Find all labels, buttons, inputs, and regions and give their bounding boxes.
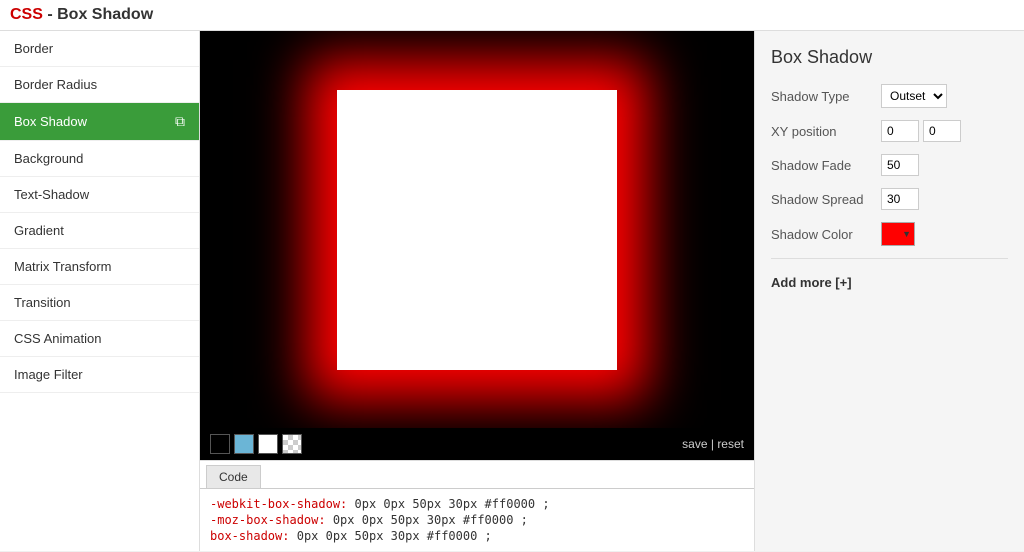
sidebar: Border Border Radius Box Shadow ⧉ Background…	[0, 31, 200, 551]
code-prop-2: box-shadow:	[210, 529, 289, 543]
shadow-type-row: Shadow Type Outset Inset	[771, 84, 1008, 108]
shadow-fade-row: Shadow Fade	[771, 154, 1008, 176]
preview-area	[200, 31, 754, 428]
sidebar-item-background[interactable]: Background	[0, 141, 199, 177]
sidebar-item-label-image-filter: Image Filter	[14, 367, 83, 382]
shadow-color-picker[interactable]: ▼	[881, 222, 915, 246]
xy-inputs	[881, 120, 961, 142]
code-area: Code -webkit-box-shadow: 0px 0px 50px 30…	[200, 460, 754, 551]
panel-title: Box Shadow	[771, 47, 1008, 68]
sidebar-item-label-box-shadow: Box Shadow	[14, 114, 87, 129]
sidebar-item-border-radius[interactable]: Border Radius	[0, 67, 199, 103]
shadow-spread-input[interactable]	[881, 188, 919, 210]
sidebar-item-icon-box-shadow: ⧉	[175, 113, 185, 130]
code-prop-0: -webkit-box-shadow:	[210, 497, 347, 511]
code-prop-1: -moz-box-shadow:	[210, 513, 326, 527]
sidebar-item-label-gradient: Gradient	[14, 223, 64, 238]
shadow-fade-label: Shadow Fade	[771, 158, 881, 173]
sidebar-item-label-css-animation: CSS Animation	[14, 331, 101, 346]
center-area: save | reset Code -webkit-box-shadow: 0p…	[200, 31, 754, 551]
sidebar-item-text-shadow[interactable]: Text-Shadow	[0, 177, 199, 213]
page-title: CSS - Box Shadow	[10, 6, 153, 23]
code-val-0: 0px 0px 50px 30px #ff0000 ;	[355, 497, 550, 511]
sidebar-item-transition[interactable]: Transition	[0, 285, 199, 321]
sidebar-item-box-shadow[interactable]: Box Shadow ⧉	[0, 103, 199, 141]
shadow-color-row: Shadow Color ▼	[771, 222, 1008, 246]
sidebar-item-label-text-shadow: Text-Shadow	[14, 187, 89, 202]
sidebar-item-image-filter[interactable]: Image Filter	[0, 357, 199, 393]
page-header: CSS - Box Shadow	[0, 0, 1024, 31]
shadow-type-label: Shadow Type	[771, 89, 881, 104]
shadow-spread-row: Shadow Spread	[771, 188, 1008, 210]
color-chevron-icon: ▼	[902, 229, 911, 239]
swatch-checkered[interactable]	[282, 434, 302, 454]
bg-swatches	[210, 434, 302, 454]
right-panel: Box Shadow Shadow Type Outset Inset XY p…	[754, 31, 1024, 551]
add-more-button[interactable]: Add more [+]	[771, 275, 1008, 290]
xy-y-input[interactable]	[923, 120, 961, 142]
xy-position-label: XY position	[771, 124, 881, 139]
shadow-color-label: Shadow Color	[771, 227, 881, 242]
sidebar-item-css-animation[interactable]: CSS Animation	[0, 321, 199, 357]
save-reset-controls: save | reset	[682, 437, 744, 451]
save-link[interactable]: save	[682, 437, 707, 451]
css-label: CSS	[10, 6, 43, 23]
sidebar-item-border[interactable]: Border	[0, 31, 199, 67]
swatch-white[interactable]	[258, 434, 278, 454]
sidebar-item-label-transition: Transition	[14, 295, 71, 310]
sidebar-item-label-matrix-transform: Matrix Transform	[14, 259, 112, 274]
panel-divider	[771, 258, 1008, 259]
sidebar-item-label-background: Background	[14, 151, 83, 166]
sidebar-item-gradient[interactable]: Gradient	[0, 213, 199, 249]
reset-link[interactable]: reset	[717, 437, 744, 451]
xy-x-input[interactable]	[881, 120, 919, 142]
sidebar-item-label-border-radius: Border Radius	[14, 77, 97, 92]
code-line-0: -webkit-box-shadow: 0px 0px 50px 30px #f…	[210, 497, 744, 511]
code-line-2: box-shadow: 0px 0px 50px 30px #ff0000 ;	[210, 529, 744, 543]
sidebar-item-matrix-transform[interactable]: Matrix Transform	[0, 249, 199, 285]
code-content: -webkit-box-shadow: 0px 0px 50px 30px #f…	[200, 488, 754, 551]
code-tab[interactable]: Code	[206, 465, 261, 488]
shadow-type-select[interactable]: Outset Inset	[881, 84, 947, 108]
shadow-fade-input[interactable]	[881, 154, 919, 176]
main-layout: Border Border Radius Box Shadow ⧉ Background…	[0, 31, 1024, 551]
sidebar-item-label-border: Border	[14, 41, 53, 56]
preview-controls: save | reset	[200, 428, 754, 460]
code-val-2: 0px 0px 50px 30px #ff0000 ;	[297, 529, 492, 543]
swatch-black[interactable]	[210, 434, 230, 454]
xy-position-row: XY position	[771, 120, 1008, 142]
code-val-1: 0px 0px 50px 30px #ff0000 ;	[333, 513, 528, 527]
preview-box	[337, 90, 617, 370]
swatch-blue[interactable]	[234, 434, 254, 454]
shadow-spread-label: Shadow Spread	[771, 192, 881, 207]
code-line-1: -moz-box-shadow: 0px 0px 50px 30px #ff00…	[210, 513, 744, 527]
